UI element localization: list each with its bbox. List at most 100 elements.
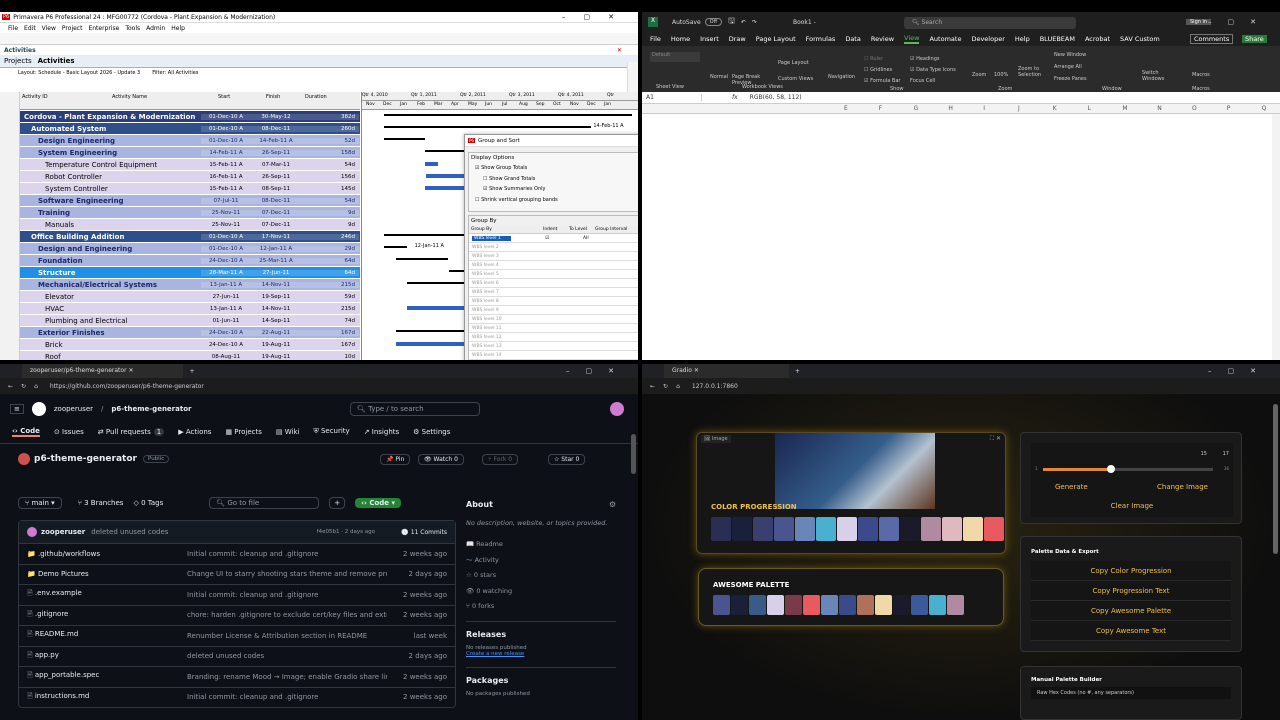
menu-project[interactable]: Project [62, 25, 83, 32]
palette-swatch[interactable] [821, 595, 838, 615]
activity-row[interactable]: HVAC 13-Jan-11 A 14-Nov-11 215d [20, 303, 360, 315]
redo-icon[interactable]: ↷ [752, 19, 757, 26]
about-link[interactable]: 〜 Activity [466, 553, 616, 569]
gridlines-check[interactable]: ☐ Gridlines [864, 67, 892, 73]
color-swatch[interactable] [921, 517, 941, 541]
col-activity-name[interactable]: Activity Name [112, 94, 147, 100]
focus-cell-button[interactable]: Focus Cell [910, 78, 935, 84]
gantt-bar[interactable] [425, 162, 438, 166]
slider-thumb[interactable] [1107, 465, 1115, 473]
slider-value[interactable]: 15 [1201, 451, 1207, 457]
file-commit-msg[interactable]: Renumber License & Attribution section i… [187, 632, 387, 640]
activity-row[interactable]: Cordova - Plant Expansion & Modernizatio… [20, 111, 360, 123]
display-option-checkbox[interactable]: ☑ Show Group Totals [475, 163, 638, 174]
group-by-row[interactable]: WBS level 13☐ble Display Semib [469, 342, 638, 351]
activity-row[interactable]: System Engineering 14-Feb-11 A 26-Sep-11 15… [20, 147, 360, 159]
activity-row[interactable]: Plumbing and Electrical 01-Jun-11 14-Sep-1… [20, 315, 360, 327]
zoom-selection-button[interactable]: Zoom to Selection [1018, 66, 1044, 78]
add-file-button[interactable]: + [329, 497, 346, 509]
activity-row[interactable]: Elevator 27-Jun-11 19-Sep-11 59d [20, 291, 360, 303]
star-button[interactable]: ☆ Star 0 [548, 453, 586, 465]
normal-view-button[interactable]: Normal [710, 74, 728, 80]
menu-file[interactable]: File [8, 25, 18, 32]
commit-author[interactable]: zooperuser [41, 528, 85, 536]
pin-button[interactable]: 📌 Pin [380, 453, 411, 465]
fullscreen-icon[interactable]: ⛶ ✕ [990, 435, 1001, 443]
undo-icon[interactable]: ↶ [741, 19, 746, 26]
autosave-toggle[interactable]: Off [704, 18, 723, 26]
tab-actions[interactable]: ▶ Actions [178, 428, 211, 436]
color-swatch[interactable] [963, 517, 983, 541]
ribbon-tab-sav-custom[interactable]: SAV Custom [1120, 35, 1160, 43]
color-swatch[interactable] [795, 517, 815, 541]
file-name[interactable]: 🗎 app.py [27, 651, 187, 662]
address-bar[interactable]: 127.0.0.1:7860 [692, 383, 738, 390]
about-link[interactable]: ⑂ 0 forks [466, 599, 616, 615]
change-image-button[interactable]: Change Image [1157, 483, 1208, 491]
palette-swatch[interactable] [893, 595, 910, 615]
activity-row[interactable]: Design and Engineering 01-Dec-10 A 12-Jan-… [20, 243, 360, 255]
group-by-row[interactable]: WBS level 8☐ble Display Semib [469, 297, 638, 306]
group-by-row[interactable]: WBS level 9☐ble Display Semib [469, 306, 638, 315]
group-by-row[interactable]: WBS level 7☐ble Display Semib [469, 288, 638, 297]
commits-link[interactable]: 🕓 11 Commits [401, 529, 447, 536]
color-swatch[interactable] [879, 517, 899, 541]
filter-label[interactable]: Filter: All Activities [152, 70, 198, 76]
zoom100-button[interactable]: 100% [994, 72, 1008, 78]
tab-activities[interactable]: Activities [38, 57, 75, 65]
column-header[interactable]: N [1157, 105, 1162, 112]
palette-swatch[interactable] [767, 595, 784, 615]
color-swatch[interactable] [732, 517, 752, 541]
data-type-icons-check[interactable]: ☑ Data Type Icons [910, 67, 956, 73]
display-option-checkbox[interactable]: ☐ Shrink vertical grouping bands [475, 195, 638, 206]
export-button[interactable]: Copy Awesome Text [1031, 621, 1231, 641]
palette-swatch[interactable] [911, 595, 928, 615]
gantt-bar[interactable] [396, 258, 448, 260]
menu-tools[interactable]: Tools [125, 25, 140, 32]
formula-bar-check[interactable]: ☑ Formula Bar [864, 78, 900, 84]
window-controls[interactable]: –▢✕ [1208, 18, 1272, 26]
home-icon[interactable]: ⌂ [34, 383, 38, 390]
file-commit-msg[interactable]: chore: harden .gitignore to exclude cert… [187, 611, 387, 619]
repo-link[interactable]: p6-theme-generator [111, 405, 191, 413]
owner-link[interactable]: zooperuser [54, 405, 93, 413]
about-link[interactable]: 👁 0 watching [466, 584, 616, 600]
custom-views-button[interactable]: Custom Views [778, 76, 813, 82]
name-box[interactable]: A1 [642, 94, 702, 101]
ribbon-tab-draw[interactable]: Draw [729, 35, 746, 43]
hex-codes-input[interactable]: Raw Hex Codes (no #, any separators) [1031, 687, 1231, 699]
gantt-bar[interactable] [383, 114, 632, 116]
ribbon-tab-acrobat[interactable]: Acrobat [1085, 35, 1110, 43]
palette-swatch[interactable] [929, 595, 946, 615]
address-bar[interactable]: https://github.com/zooperuser/p6-theme-g… [50, 383, 204, 390]
activity-row[interactable]: Mechanical/Electrical Systems 13-Jan-11 A… [20, 279, 360, 291]
activity-row[interactable]: Brick 24-Dec-10 A 19-Aug-11 167d [20, 339, 360, 351]
gantt-bar[interactable] [383, 138, 425, 140]
ribbon-tab-insert[interactable]: Insert [700, 35, 719, 43]
group-by-row[interactable]: WBS level 6☐ble Display Semib [469, 279, 638, 288]
display-option-checkbox[interactable]: ☑ Show Summaries Only [475, 184, 638, 195]
watch-button[interactable]: 👁 Watch 0 [418, 453, 464, 465]
file-commit-msg[interactable]: Change UI to starry shooting stars theme… [187, 570, 387, 578]
column-header[interactable]: I [983, 105, 985, 112]
home-icon[interactable]: ⌂ [676, 383, 680, 390]
color-swatch[interactable] [816, 517, 836, 541]
activity-row[interactable]: Office Building Addition 01-Dec-10 A 17-No… [20, 231, 360, 243]
column-header[interactable]: O [1192, 105, 1197, 112]
to-level[interactable]: All [583, 234, 589, 243]
branch-selector[interactable]: ⑂ main ▾ [18, 497, 62, 509]
palette-swatch[interactable] [803, 595, 820, 615]
activity-row[interactable]: Exterior Finishes 24-Dec-10 A 22-Aug-11 167… [20, 327, 360, 339]
comments-button[interactable]: Comments [1190, 34, 1234, 44]
col-activity-id[interactable]: Activity ID [22, 94, 48, 100]
column-header[interactable]: H [948, 105, 953, 112]
activity-row[interactable]: System Controller 15-Feb-11 A 08-Sep-11 145… [20, 183, 360, 195]
file-commit-msg[interactable]: Branding: rename Mood → Image; enable Gr… [187, 673, 387, 681]
group-by-row[interactable]: WBS level 5☐ble Display Semib [469, 270, 638, 279]
file-commit-msg[interactable]: deleted unused codes [187, 652, 387, 660]
gear-icon[interactable]: ⚙ [609, 500, 616, 509]
vertical-scrollbar[interactable] [1272, 114, 1280, 360]
activity-row[interactable]: Foundation 24-Dec-10 A 25-Mar-11 A 64d [20, 255, 360, 267]
color-swatch[interactable] [753, 517, 773, 541]
color-swatch[interactable] [942, 517, 962, 541]
